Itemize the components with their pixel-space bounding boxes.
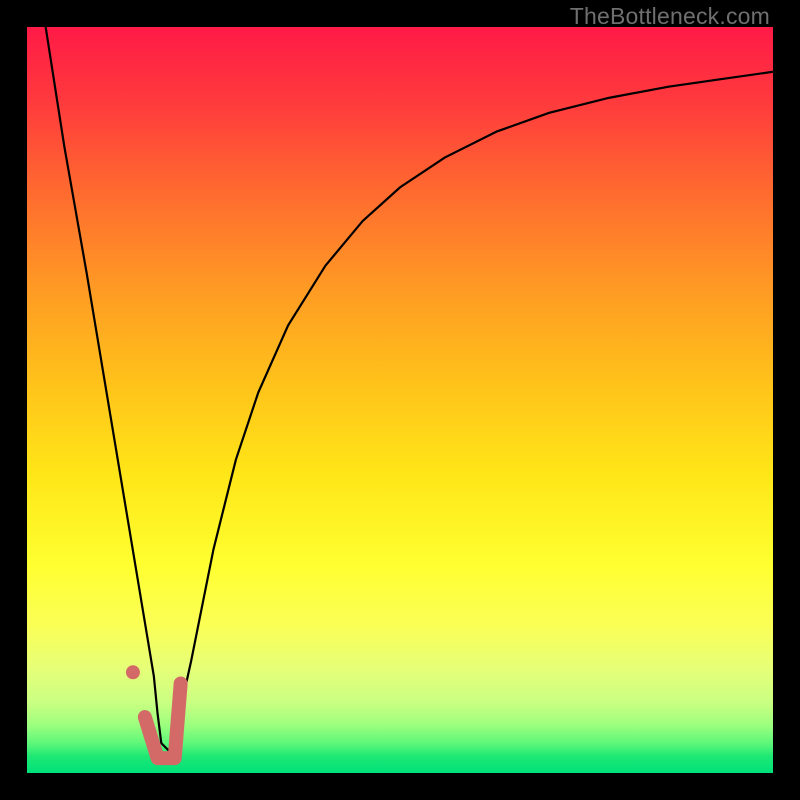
chart-frame: TheBottleneck.com — [0, 0, 800, 800]
plot-area — [27, 27, 773, 773]
watermark-text: TheBottleneck.com — [570, 3, 770, 30]
bottleneck-curve — [46, 27, 773, 751]
curves-layer — [27, 27, 773, 773]
marker-stroke — [145, 683, 181, 758]
marker-dot — [126, 665, 140, 679]
